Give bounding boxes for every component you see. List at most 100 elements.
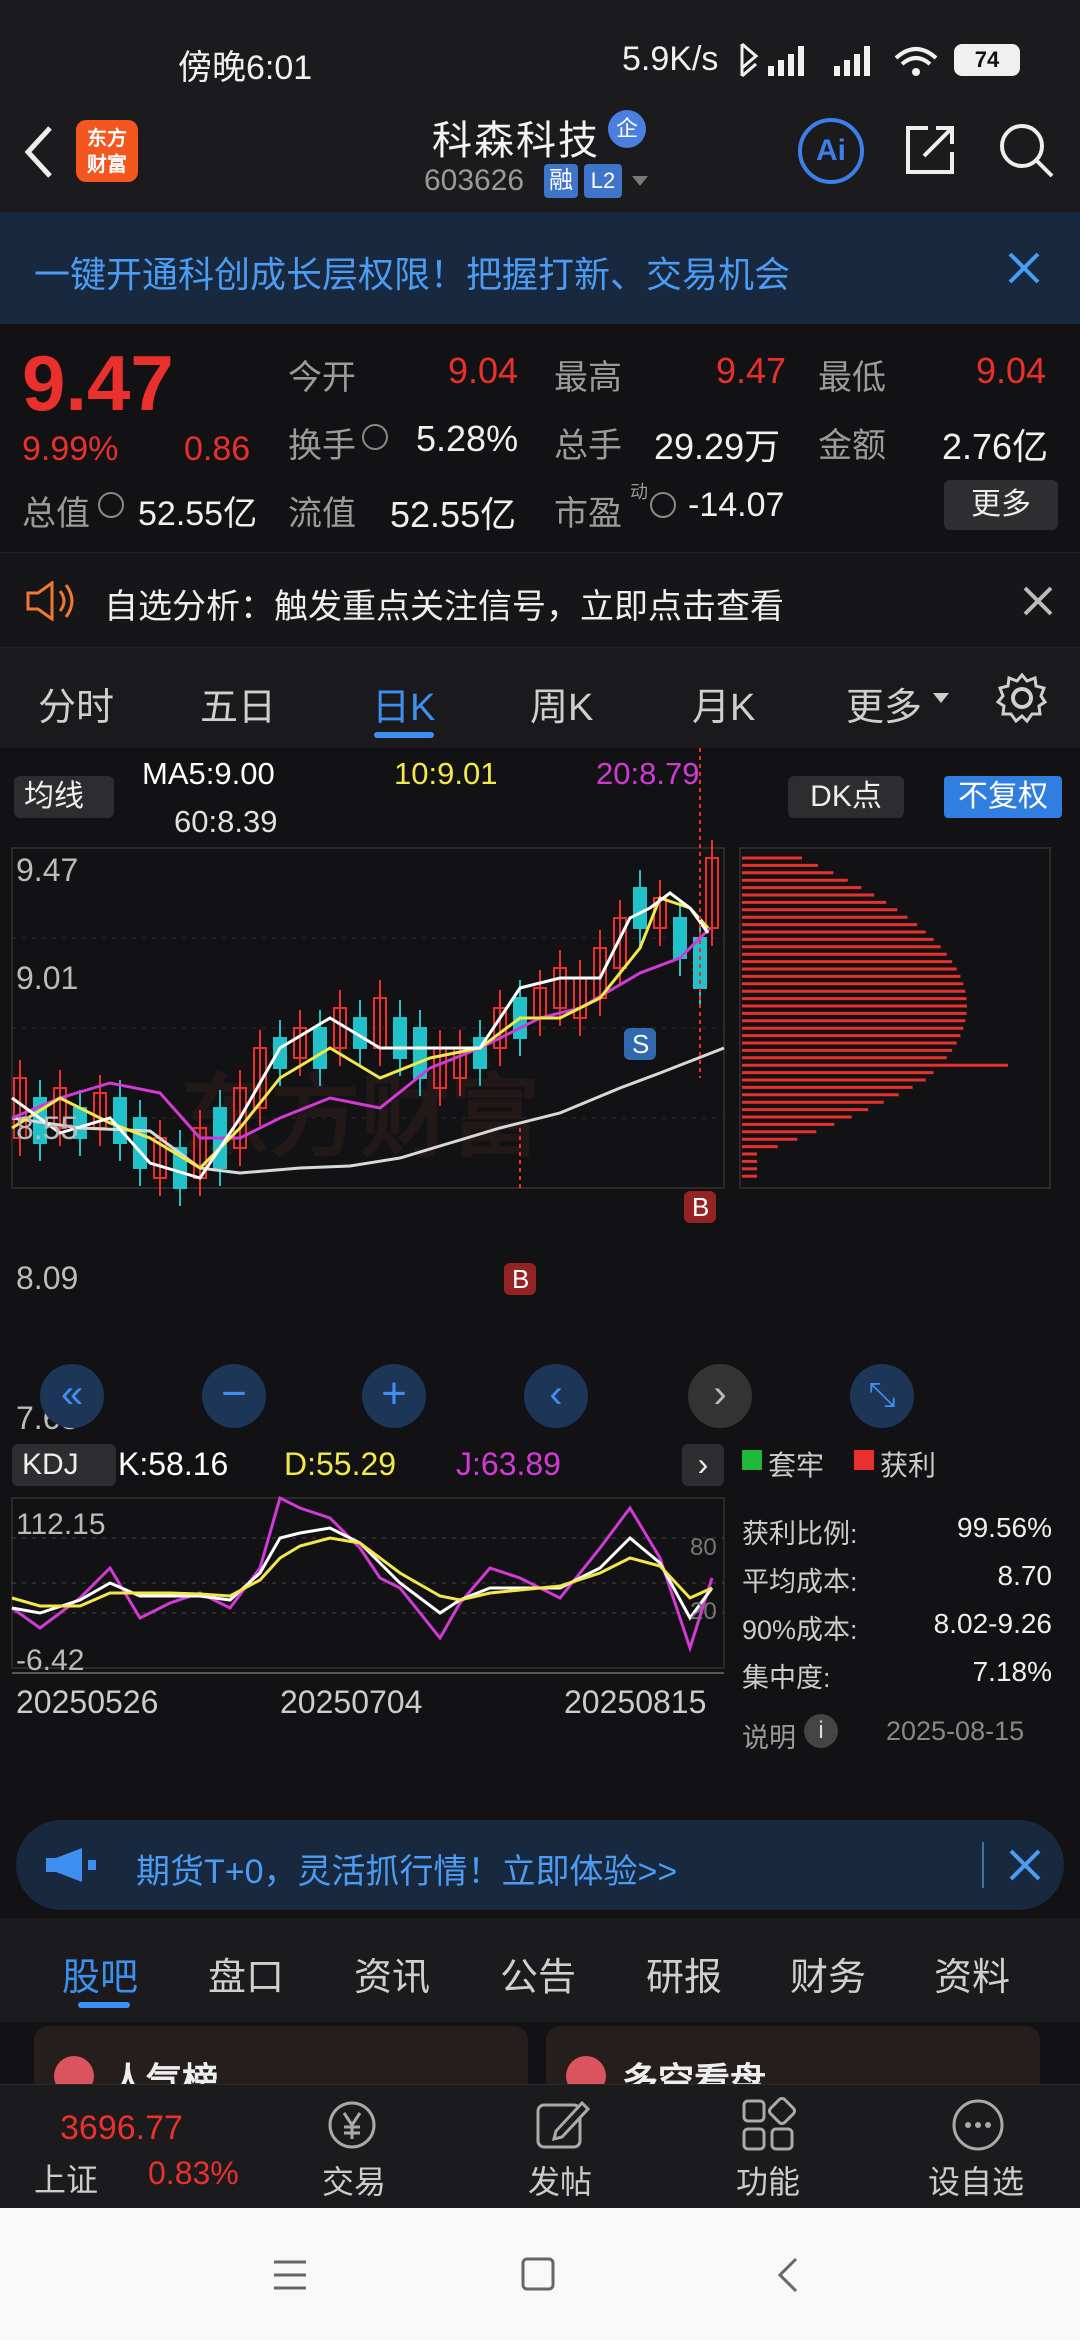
trapped-legend: 套牢: [768, 1450, 825, 1481]
info-icon[interactable]: [650, 492, 676, 518]
enterprise-badge: 企: [608, 110, 646, 148]
tab-order-book[interactable]: 盘口: [208, 1946, 284, 2001]
home-icon[interactable]: [520, 2256, 556, 2292]
megaphone-icon: [46, 1848, 96, 1882]
analysis-alert[interactable]: 自选分析：触发重点关注信号，立即点击查看: [0, 552, 1080, 648]
margin-tag: 融: [544, 164, 578, 198]
volume-value: 29.29万: [654, 426, 781, 467]
ai-button[interactable]: Ai: [798, 118, 864, 184]
mktcap-label: 总值: [22, 495, 90, 533]
post-nav[interactable]: [530, 2097, 594, 2158]
clock: 傍晚6:01: [178, 49, 313, 87]
kdj-k-line: [11, 1526, 714, 1621]
edit-icon: [536, 2100, 591, 2149]
share-icon[interactable]: [902, 122, 958, 178]
change-amount: 0.86: [184, 430, 251, 468]
tab-monthly-k[interactable]: 月K: [692, 676, 755, 731]
info-icon[interactable]: [362, 424, 388, 450]
tab-financials[interactable]: 财务: [790, 1946, 866, 2001]
low-label: 最低: [818, 359, 886, 397]
expand-icon[interactable]: ⤡: [850, 1364, 914, 1428]
function-nav[interactable]: [736, 2097, 800, 2158]
futures-ad[interactable]: 期货T+0，灵活抓行情！立即体验>>: [16, 1820, 1064, 1910]
back-icon[interactable]: [20, 122, 60, 182]
index-value[interactable]: 3696.77: [60, 2109, 183, 2148]
level2-tag: L2: [584, 164, 622, 198]
rewind-button[interactable]: «: [40, 1364, 104, 1428]
tab-five-day[interactable]: 五日: [200, 676, 276, 731]
chip-value: 8.70: [997, 1560, 1053, 1591]
menu-icon[interactable]: [270, 2258, 310, 2292]
quote-panel: 9.47 9.99% 0.86 今开 9.04 最高 9.47 最低 9.04 …: [0, 324, 1080, 552]
tab-guba[interactable]: 股吧: [62, 1946, 138, 2001]
info-icon[interactable]: [98, 492, 124, 518]
volume-label: 总手: [554, 427, 622, 465]
chevron-down-icon: [933, 693, 949, 703]
trade-label[interactable]: 交易: [322, 2157, 386, 2203]
tab-profile[interactable]: 资料: [934, 1946, 1010, 2001]
chevron-right-icon[interactable]: ›: [682, 1444, 724, 1486]
watchlist-label[interactable]: 设自选: [928, 2157, 1024, 2203]
chart-area: 均线 MA5:9.00 10:9.01 20:8.79 60:8.39 DK点 …: [0, 748, 1080, 1808]
dropdown-icon[interactable]: [630, 174, 650, 188]
kdj-d-value: D:55.29: [284, 1446, 397, 1482]
period-tabs: 分时 五日 日K 周K 月K 更多: [0, 648, 1080, 748]
search-icon[interactable]: [996, 120, 1056, 180]
chip-note[interactable]: 说明: [742, 1716, 796, 1755]
index-name[interactable]: 上证: [34, 2155, 98, 2201]
y-label: 8.09: [16, 1260, 79, 1296]
candle-body: [133, 1117, 147, 1169]
y-label: 9.47: [16, 852, 79, 888]
tab-announcements[interactable]: 公告: [500, 1946, 576, 2001]
high-label: 最高: [554, 359, 622, 397]
tab-daily-k[interactable]: 日K: [372, 676, 435, 731]
tab-weekly-k[interactable]: 周K: [530, 676, 593, 731]
kdj-d-line: [11, 1536, 713, 1608]
active-tab-indicator: [78, 2002, 130, 2008]
tab-research[interactable]: 研报: [646, 1946, 722, 2001]
popularity-card[interactable]: 人气榜: [34, 2026, 528, 2084]
feature-cards: 人气榜 多空看盘: [0, 2022, 1080, 2084]
chip-value: 8.02-9.26: [933, 1608, 1052, 1639]
tab-news[interactable]: 资讯: [354, 1946, 430, 2001]
close-icon[interactable]: [1008, 1848, 1042, 1882]
active-tab-indicator: [374, 732, 434, 738]
y-label: 9.01: [16, 960, 79, 996]
pe-value: -14.07: [688, 486, 785, 524]
tab-intraday[interactable]: 分时: [38, 676, 114, 731]
gear-icon[interactable]: [996, 672, 1048, 724]
back-icon[interactable]: [776, 2256, 800, 2294]
more-button[interactable]: 更多: [944, 480, 1058, 530]
date-label: 20250704: [280, 1684, 423, 1720]
prev-button[interactable]: ‹: [524, 1364, 588, 1428]
float-value: 52.55亿: [390, 494, 517, 535]
kdj-j-value: J:63.89: [456, 1446, 561, 1482]
watchlist-nav[interactable]: [946, 2097, 1010, 2158]
trapped-legend-swatch: [742, 1450, 762, 1470]
next-button[interactable]: ›: [688, 1364, 752, 1428]
float-label: 流值: [288, 495, 356, 533]
divider: [982, 1842, 984, 1888]
alert-text: 自选分析：触发重点关注信号，立即点击查看: [104, 588, 784, 626]
bull-bear-card[interactable]: 多空看盘: [546, 2026, 1040, 2084]
zoom-in-button[interactable]: +: [362, 1364, 426, 1428]
zoom-out-button[interactable]: −: [202, 1364, 266, 1428]
chip-label: 获利比例:: [742, 1519, 858, 1549]
close-icon[interactable]: [1006, 250, 1042, 286]
pe-dynamic-mark: 动: [630, 482, 648, 502]
chip-value: 7.18%: [972, 1656, 1052, 1687]
y-label: 8.55: [16, 1110, 79, 1146]
promo-banner[interactable]: 一键开通科创成长层权限！把握打新、交易机会: [0, 212, 1080, 324]
mktcap-value: 52.55亿: [138, 495, 258, 533]
grid-icon: [742, 2097, 796, 2151]
close-icon[interactable]: [1022, 585, 1054, 617]
candle-body: [113, 1097, 127, 1144]
tab-more[interactable]: 更多: [846, 676, 922, 731]
stock-code: 603626: [424, 164, 525, 197]
date-label: 20250815: [564, 1684, 707, 1720]
index-change[interactable]: 0.83%: [148, 2155, 239, 2192]
function-label[interactable]: 功能: [736, 2157, 800, 2203]
post-label[interactable]: 发帖: [528, 2157, 592, 2203]
kdj-selector[interactable]: KDJ: [12, 1444, 116, 1486]
info-icon[interactable]: i: [804, 1714, 838, 1748]
